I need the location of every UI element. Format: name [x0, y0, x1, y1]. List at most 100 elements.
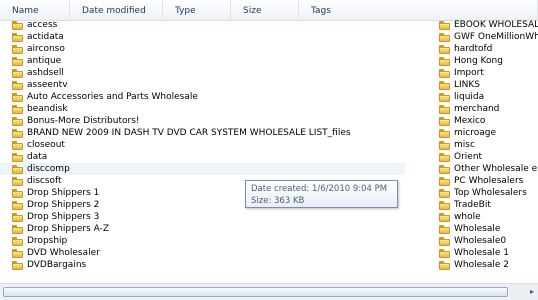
scroll-right-arrow-icon[interactable]: ▸ [526, 286, 538, 298]
folder-item[interactable]: closeout [0, 139, 405, 151]
folder-item[interactable]: Import [427, 67, 538, 79]
tooltip-date-created: Date created: 1/6/2010 9:04 PM [251, 184, 388, 194]
folder-name: antique [27, 56, 62, 66]
folder-item[interactable]: DVDBargains [0, 259, 405, 271]
folder-name: misc [454, 140, 475, 150]
column-header-size[interactable]: Size [231, 0, 299, 20]
folder-item[interactable]: misc [427, 139, 538, 151]
folder-list-right: EBOOK WHOLESALER GWF OneMillionWho hardtof… [427, 19, 538, 271]
folder-item[interactable]: beandisk [0, 103, 405, 115]
folder-icon [439, 188, 450, 198]
folder-item[interactable]: Wholesale0 [427, 235, 538, 247]
folder-name: airconso [27, 44, 65, 54]
folder-icon [12, 164, 23, 174]
folder-icon [12, 248, 23, 258]
folder-item[interactable]: Mexico [427, 115, 538, 127]
folder-item[interactable]: Auto Accessories and Parts Wholesale [0, 91, 405, 103]
folder-item[interactable]: disccomp [0, 163, 405, 175]
folder-item[interactable]: Dropship [0, 235, 405, 247]
folder-item[interactable]: Orient [427, 151, 538, 163]
folder-item[interactable]: hardtofd [427, 43, 538, 55]
folder-item[interactable]: Bonus-More Distributors! [0, 115, 405, 127]
column-header-label: Tags [311, 6, 331, 16]
folder-item[interactable]: antique [0, 55, 405, 67]
folder-icon [12, 188, 23, 198]
folder-icon [12, 236, 23, 246]
folder-item[interactable]: Other Wholesale eBo [427, 163, 538, 175]
folder-item[interactable]: Wholesale 2 [427, 259, 538, 271]
folder-icon [439, 32, 450, 42]
folder-name: Wholesale0 [454, 236, 507, 246]
folder-icon [12, 92, 23, 102]
column-header-date-modified[interactable]: Date modified [70, 0, 163, 20]
folder-name: Hong Kong [454, 56, 503, 66]
column-header-type[interactable]: Type [163, 0, 231, 20]
folder-name: liquida [454, 92, 485, 102]
folder-item[interactable]: liquida [427, 91, 538, 103]
folder-name: TradeBit [454, 200, 491, 210]
folder-name: Wholesale [454, 224, 501, 234]
folder-name: microage [454, 128, 496, 138]
folder-icon [439, 92, 450, 102]
column-header-tags[interactable]: Tags [299, 0, 538, 20]
folder-name: actidata [27, 32, 64, 42]
folder-name: Top Wholesalers [454, 188, 527, 198]
folder-item[interactable]: Drop Shippers A-Z [0, 223, 405, 235]
folder-name: Wholesale 1 [454, 248, 509, 258]
column-header-label: Type [175, 6, 196, 16]
folder-item[interactable]: DVD Wholesaler [0, 247, 405, 259]
folder-item[interactable]: TradeBit [427, 199, 538, 211]
folder-name: EBOOK WHOLESALER [454, 20, 538, 30]
folder-item[interactable]: Wholesale [427, 223, 538, 235]
folder-icon [439, 128, 450, 138]
folder-icon [439, 260, 450, 270]
column-header-label: Date modified [82, 6, 146, 16]
folder-name: Other Wholesale eBo [454, 164, 538, 174]
file-tooltip: Date created: 1/6/2010 9:04 PM Size: 363… [245, 180, 398, 208]
folder-item[interactable]: airconso [0, 43, 405, 55]
folder-icon [439, 200, 450, 210]
folder-icon [12, 176, 23, 186]
folder-name: GWF OneMillionWho [454, 32, 538, 42]
folder-name: BRAND NEW 2009 IN DASH TV DVD CAR SYSTEM… [27, 128, 351, 138]
column-header-bar: Name ▴ Date modified Type Size Tags [0, 0, 538, 21]
column-header-name[interactable]: Name ▴ [0, 0, 70, 20]
folder-item[interactable]: Hong Kong [427, 55, 538, 67]
folder-item[interactable]: Drop Shippers 3 [0, 211, 405, 223]
folder-item[interactable]: whole [427, 211, 538, 223]
folder-name: closeout [27, 140, 65, 150]
folder-icon [12, 212, 23, 222]
folder-name: asseentv [27, 80, 68, 90]
folder-icon [12, 260, 23, 270]
folder-item[interactable]: PC Wholesalers [427, 175, 538, 187]
folder-name: Drop Shippers 2 [27, 200, 100, 210]
folder-name: Drop Shippers 3 [27, 212, 100, 222]
folder-name: Dropship [27, 236, 68, 246]
folder-name: Mexico [454, 116, 486, 126]
folder-item[interactable]: EBOOK WHOLESALER [427, 19, 538, 31]
folder-item[interactable]: BRAND NEW 2009 IN DASH TV DVD CAR SYSTEM… [0, 127, 405, 139]
scrollbar-thumb[interactable] [3, 287, 508, 297]
folder-item[interactable]: actidata [0, 31, 405, 43]
folder-icon [12, 224, 23, 234]
folder-name: ashdsell [27, 68, 64, 78]
folder-item[interactable]: LINKS [427, 79, 538, 91]
folder-icon [439, 152, 450, 162]
folder-item[interactable]: Top Wholesalers [427, 187, 538, 199]
folder-item[interactable]: merchand [427, 103, 538, 115]
folder-name: PC Wholesalers [454, 176, 524, 186]
folder-icon [12, 20, 23, 30]
folder-icon [439, 56, 450, 66]
folder-name: beandisk [27, 104, 68, 114]
folder-icon [12, 104, 23, 114]
folder-name: Drop Shippers 1 [27, 188, 100, 198]
folder-item[interactable]: access [0, 19, 405, 31]
folder-item[interactable]: ashdsell [0, 67, 405, 79]
folder-icon [12, 32, 23, 42]
horizontal-scrollbar[interactable]: ◂ ▸ [0, 283, 538, 300]
folder-item[interactable]: asseentv [0, 79, 405, 91]
folder-item[interactable]: microage [427, 127, 538, 139]
folder-item[interactable]: data [0, 151, 405, 163]
folder-item[interactable]: GWF OneMillionWho [427, 31, 538, 43]
folder-item[interactable]: Wholesale 1 [427, 247, 538, 259]
